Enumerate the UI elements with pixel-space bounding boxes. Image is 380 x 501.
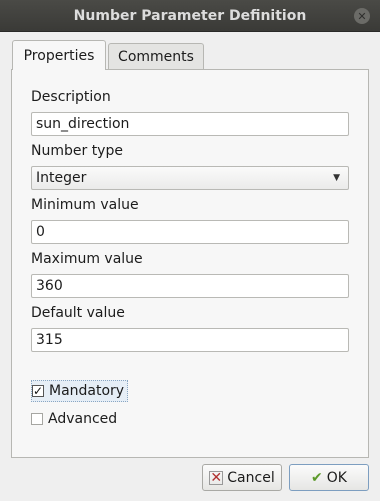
cancel-button-label: Cancel (227, 469, 275, 486)
chevron-down-icon: ▼ (333, 173, 340, 183)
checkmark-icon: ✔ (311, 469, 323, 486)
number-type-select[interactable]: Integer ▼ (31, 166, 349, 190)
description-input[interactable]: sun_direction (31, 112, 349, 136)
maximum-value-input[interactable]: 360 (31, 274, 349, 298)
tab-properties[interactable]: Properties (12, 40, 106, 70)
tab-comments-label: Comments (118, 48, 194, 65)
cancel-icon: ✕ (209, 469, 224, 486)
ok-button-label: OK (326, 469, 347, 486)
checkbox-empty-icon (31, 413, 43, 425)
advanced-label: Advanced (48, 411, 118, 427)
minimum-value-input[interactable]: 0 (31, 220, 349, 244)
minimum-value-label: Minimum value (31, 197, 139, 213)
description-label: Description (31, 89, 111, 105)
default-value-input[interactable]: 315 (31, 328, 349, 352)
checkmark-icon: ✓ (32, 384, 44, 398)
default-value-label: Default value (31, 305, 125, 321)
mandatory-label: Mandatory (49, 383, 125, 399)
ok-button[interactable]: ✔ OK (289, 464, 369, 491)
tab-comments[interactable]: Comments (108, 43, 204, 69)
number-type-value: Integer (36, 170, 87, 186)
mandatory-checkbox[interactable]: ✓ Mandatory (31, 380, 129, 402)
cancel-button[interactable]: ✕ Cancel (202, 464, 282, 491)
maximum-value-label: Maximum value (31, 251, 143, 267)
close-icon[interactable]: ✕ (354, 8, 370, 24)
number-type-label: Number type (31, 143, 123, 159)
tab-properties-label: Properties (23, 47, 95, 64)
window-title: Number Parameter Definition (73, 7, 307, 24)
title-bar: Number Parameter Definition ✕ (0, 0, 380, 32)
advanced-checkbox[interactable]: Advanced (31, 409, 117, 429)
